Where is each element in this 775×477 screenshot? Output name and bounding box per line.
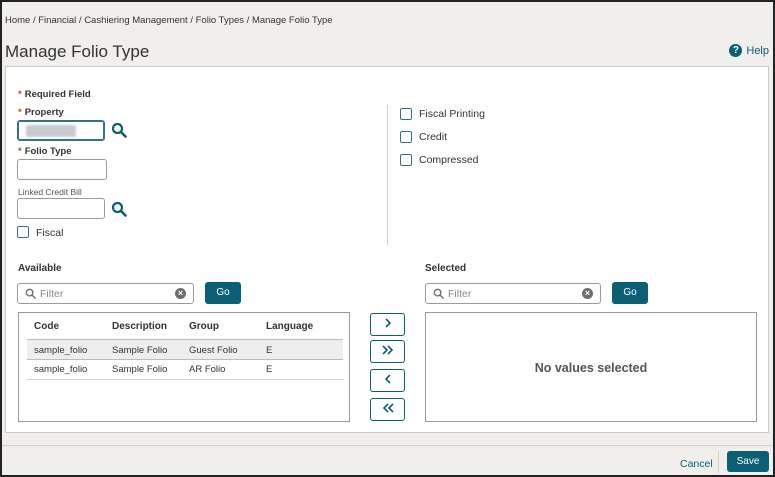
form-divider (387, 105, 388, 245)
table-row[interactable]: sample_folio Sample Folio AR Folio E (27, 360, 343, 380)
selected-list: No values selected (425, 312, 757, 422)
property-search-icon[interactable] (111, 122, 127, 138)
move-all-right-icon (380, 344, 396, 359)
cell-language: E (266, 364, 273, 375)
cell-description: Sample Folio (112, 364, 168, 375)
required-field-note: * Required Field (18, 89, 91, 100)
empty-message: No values selected (534, 361, 648, 375)
cell-group: Guest Folio (189, 345, 238, 356)
selected-filter-input[interactable]: Filter × (425, 283, 601, 304)
compressed-checkbox[interactable] (400, 154, 412, 166)
compressed-label: Compressed (419, 154, 479, 166)
available-filter-placeholder: Filter (40, 287, 64, 300)
save-button[interactable]: Save (727, 451, 769, 472)
fiscal-checkbox[interactable] (17, 226, 29, 238)
cell-code: sample_folio (34, 364, 88, 375)
filter-search-icon (25, 288, 36, 299)
footer-separator (718, 451, 719, 473)
available-title: Available (18, 263, 62, 274)
fiscal-label: Fiscal (36, 227, 64, 239)
help-label: Help (746, 44, 769, 57)
linked-credit-bill-input[interactable] (17, 198, 105, 219)
clear-icon[interactable]: × (175, 288, 186, 299)
fiscal-printing-checkbox[interactable] (400, 108, 412, 120)
clear-icon[interactable]: × (582, 288, 593, 299)
folio-type-input[interactable] (17, 159, 107, 180)
available-filter-input[interactable]: Filter × (17, 283, 194, 304)
column-header-description[interactable]: Description (112, 321, 167, 332)
footer-divider (2, 445, 773, 446)
cell-code: sample_folio (34, 345, 88, 356)
help-icon: ? (729, 44, 743, 57)
cell-group: AR Folio (189, 364, 226, 375)
property-label-text: Property (24, 107, 64, 118)
folio-type-label: * Folio Type (18, 146, 72, 157)
move-all-left-button[interactable] (370, 398, 405, 421)
move-left-icon (383, 373, 393, 388)
cell-description: Sample Folio (112, 345, 168, 356)
move-all-right-button[interactable] (370, 340, 405, 363)
column-header-language[interactable]: Language (266, 321, 313, 332)
page-title: Manage Folio Type (5, 42, 150, 61)
selected-title: Selected (425, 263, 467, 274)
required-star: * (18, 89, 22, 100)
move-right-icon (383, 317, 393, 332)
required-star: * (18, 107, 22, 118)
linked-credit-bill-label: Linked Credit Bill (18, 187, 82, 197)
move-left-button[interactable] (370, 369, 405, 392)
cell-language: E (266, 345, 273, 356)
available-list: Code Description Group Language sample_f… (18, 312, 350, 422)
column-header-code[interactable]: Code (34, 321, 59, 332)
available-go-button[interactable]: Go (205, 282, 241, 304)
filter-search-icon (433, 288, 444, 299)
folio-type-label-text: Folio Type (24, 146, 72, 157)
breadcrumb[interactable]: Home / Financial / Cashiering Management… (5, 15, 333, 26)
credit-label: Credit (419, 131, 448, 143)
property-value-redacted (26, 125, 76, 137)
selected-go-button[interactable]: Go (612, 282, 648, 304)
column-header-group[interactable]: Group (189, 321, 219, 332)
table-row[interactable]: sample_folio Sample Folio Guest Folio E (27, 339, 343, 360)
credit-checkbox[interactable] (400, 131, 412, 143)
move-all-left-icon (380, 402, 396, 417)
required-star: * (18, 146, 22, 157)
property-input[interactable] (17, 120, 105, 141)
required-note-text: Required Field (24, 89, 91, 100)
property-label: * Property (18, 107, 64, 118)
help-link[interactable]: ? Help (729, 44, 769, 57)
move-right-button[interactable] (370, 313, 405, 336)
selected-filter-placeholder: Filter (448, 287, 472, 300)
cancel-button[interactable]: Cancel (680, 458, 713, 470)
fiscal-printing-label: Fiscal Printing (419, 108, 485, 120)
linked-credit-bill-search-icon[interactable] (111, 201, 127, 217)
